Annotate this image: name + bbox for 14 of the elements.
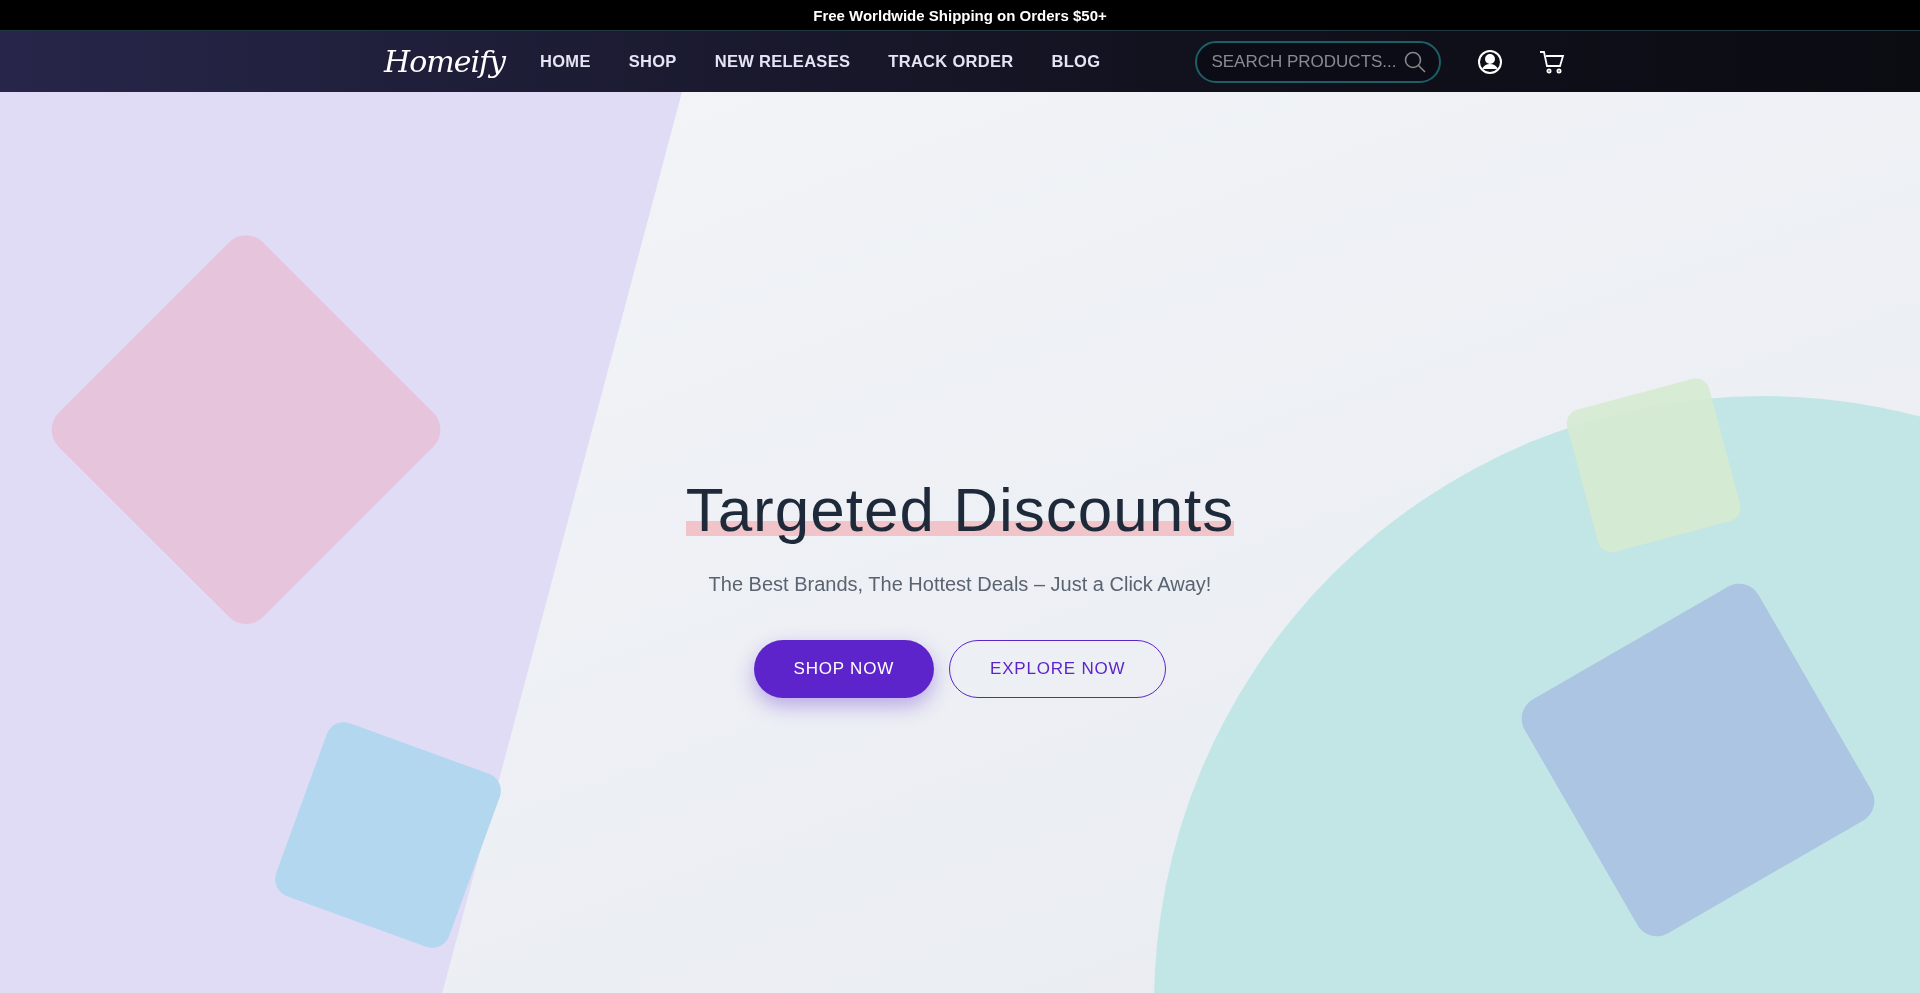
cart-icon[interactable] — [1539, 48, 1566, 75]
search-bar[interactable]: SEARCH PRODUCTS... — [1195, 40, 1442, 83]
nav-link[interactable]: SHOP — [628, 52, 677, 71]
nav-link[interactable]: HOME — [540, 52, 591, 71]
user-icon[interactable] — [1477, 48, 1504, 75]
nav-link[interactable]: BLOG — [1051, 52, 1101, 71]
announcement-text: Free Worldwide Shipping on Orders $50+ — [0, 0, 1920, 31]
search-field[interactable]: SEARCH PRODUCTS... — [1209, 50, 1404, 73]
nav-link[interactable]: TRACK ORDER — [888, 52, 1014, 71]
hero-subtitle: The Best Brands, The Hottest Deals – Just a Click Away! — [708, 573, 1212, 596]
logo[interactable]: Homeify — [384, 44, 540, 79]
shop-button[interactable]: SHOP NOW — [753, 640, 935, 698]
search-icon[interactable] — [1403, 49, 1428, 74]
nav-link[interactable]: NEW RELEASES — [714, 52, 851, 71]
